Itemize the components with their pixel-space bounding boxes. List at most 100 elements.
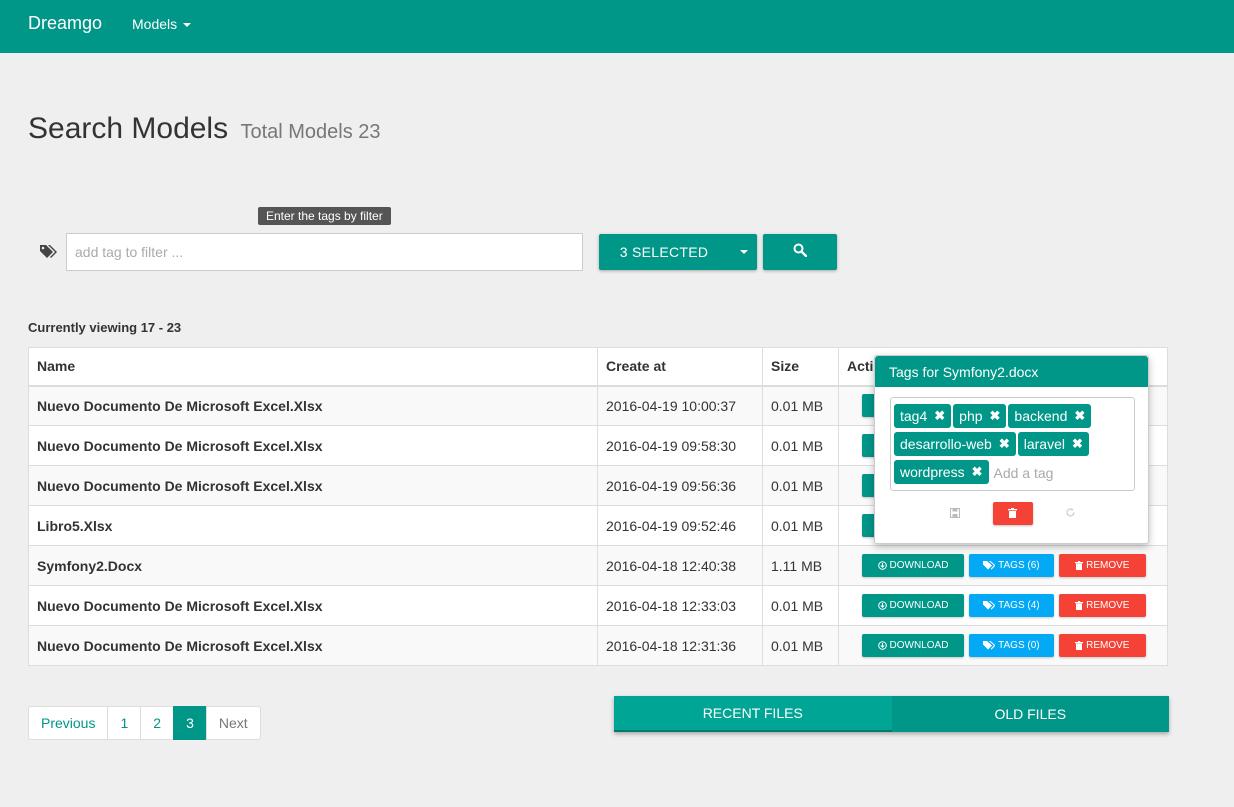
models-menu[interactable]: Models [132,16,192,32]
total-models-count: Total Models 23 [240,121,381,143]
tags-popover: Tags for Symfony2.docx tag4 ✖ php ✖ backend ✖… [874,355,1149,544]
remove-tag-icon[interactable]: ✖ [999,436,1010,452]
remove-tag-icon[interactable]: ✖ [1072,436,1083,452]
pagination-previous[interactable]: Previous [28,706,109,740]
file-name: Nuevo Documento De Microsoft Excel.Xlsx [28,385,598,426]
tag-chip: tag4 ✖ [894,404,952,428]
remove-tag-icon[interactable]: ✖ [934,408,945,424]
tab-recent-files[interactable]: RECENT FILES [614,696,892,732]
tag-chip: desarrollo-web ✖ [894,432,1016,456]
brand-link[interactable]: Dreamgo [28,13,102,34]
row-actions: DOWNLOAD TAGS (6) REMOVE [838,545,1168,586]
remove-label: REMOVE [1086,560,1130,571]
file-created-at: 2016-04-19 09:56:36 [597,465,763,506]
pagination-page-3[interactable]: 3 [173,706,207,740]
file-created-at: 2016-04-19 09:52:46 [597,505,763,546]
column-header-created[interactable]: Create at [597,347,763,387]
file-name: Libro5.Xlsx [28,505,598,546]
page-title: Search Models Total Models 23 [28,112,381,146]
remove-label: REMOVE [1086,600,1130,611]
tags-icon [983,641,996,650]
file-name: Nuevo Documento De Microsoft Excel.Xlsx [28,465,598,506]
tags-count-label: TAGS (0) [998,640,1040,651]
save-tags-button[interactable] [941,505,969,523]
tag-chip: php ✖ [953,404,1007,428]
tags-count-label: TAGS (4) [998,600,1040,611]
file-size: 0.01 MB [762,625,839,666]
tags-icon [39,244,57,260]
save-icon [949,505,960,523]
file-size: 0.01 MB [762,385,839,426]
tag-chip-label: backend [1014,408,1068,424]
remove-button[interactable]: REMOVE [1058,634,1146,657]
page-title-text: Search Models [28,112,229,145]
trash-icon [1075,561,1084,570]
table-row: Symfony2.Docx 2016-04-18 12:40:38 1.11 M… [28,545,1168,586]
popover-actions [875,502,1150,525]
file-size: 0.01 MB [762,425,839,466]
caret-down-icon [183,23,192,28]
tag-chip: wordpress ✖ [894,460,989,484]
refresh-tags-button[interactable] [1057,505,1085,523]
dropdown-caret-icon [729,250,757,254]
row-actions: DOWNLOAD TAGS (0) REMOVE [838,625,1168,666]
tags-icon [983,601,996,610]
table-row: Nuevo Documento De Microsoft Excel.Xlsx … [28,585,1168,626]
tags-icon [983,561,996,570]
pagination-page-2[interactable]: 2 [140,706,175,740]
download-button[interactable]: DOWNLOAD [862,554,964,577]
tag-chip: laravel ✖ [1017,432,1089,456]
file-name: Nuevo Documento De Microsoft Excel.Xlsx [28,585,598,626]
trash-icon [1075,601,1084,610]
tags-editor[interactable]: tag4 ✖ php ✖ backend ✖ desarrollo-web ✖ laravel ✖… [890,397,1135,491]
download-icon [877,561,887,570]
table-row: Nuevo Documento De Microsoft Excel.Xlsx … [28,625,1168,666]
remove-button[interactable]: REMOVE [1058,554,1146,577]
tags-selected-dropdown[interactable]: 3 SELECTED [599,234,757,270]
download-icon [877,641,887,650]
download-button[interactable]: DOWNLOAD [862,594,964,617]
tags-button[interactable]: TAGS (6) [968,554,1054,577]
refresh-icon [1065,505,1076,523]
tag-chip-label: php [959,408,983,424]
tag-chip-label: wordpress [900,464,965,480]
tag-filter-input[interactable] [66,233,583,271]
models-menu-label: Models [132,16,178,32]
tag-chip: backend ✖ [1008,404,1092,428]
remove-label: REMOVE [1086,640,1130,651]
pagination-page-1[interactable]: 1 [107,706,142,740]
download-button[interactable]: DOWNLOAD [862,634,964,657]
remove-tag-icon[interactable]: ✖ [972,464,983,480]
remove-tag-icon[interactable]: ✖ [1074,408,1085,424]
search-icon [793,243,808,262]
download-label: DOWNLOAD [889,560,949,571]
trash-icon [1075,641,1084,650]
tags-button[interactable]: TAGS (0) [968,634,1054,657]
file-size: 0.01 MB [762,465,839,506]
navbar: Dreamgo Models [0,0,1234,53]
tag-chip-label: tag4 [900,408,928,424]
download-icon [877,601,887,610]
file-created-at: 2016-04-18 12:40:38 [597,545,763,586]
file-name: Symfony2.Docx [28,545,598,586]
file-created-at: 2016-04-18 12:31:36 [597,625,763,666]
remove-tag-icon[interactable]: ✖ [990,408,1001,424]
search-button[interactable] [763,234,837,270]
file-created-at: 2016-04-18 12:33:03 [597,585,763,626]
column-header-name[interactable]: Name [28,347,598,387]
tags-count-label: TAGS (6) [998,560,1040,571]
popover-title: Tags for Symfony2.docx [875,356,1148,387]
pagination: Previous 1 2 3 Next [28,706,261,740]
file-created-at: 2016-04-19 10:00:37 [597,385,763,426]
delete-tags-button[interactable] [992,502,1033,525]
tag-chip-label: desarrollo-web [900,436,992,452]
trash-icon [1008,505,1017,523]
file-created-at: 2016-04-19 09:58:30 [597,425,763,466]
tags-button[interactable]: TAGS (4) [968,594,1054,617]
tab-old-files[interactable]: OLD FILES [891,696,1169,732]
add-tag-input[interactable]: Add a tag [994,465,1054,481]
download-label: DOWNLOAD [889,640,949,651]
remove-button[interactable]: REMOVE [1058,594,1146,617]
column-header-size[interactable]: Size [762,347,839,387]
pagination-next[interactable]: Next [205,706,261,740]
